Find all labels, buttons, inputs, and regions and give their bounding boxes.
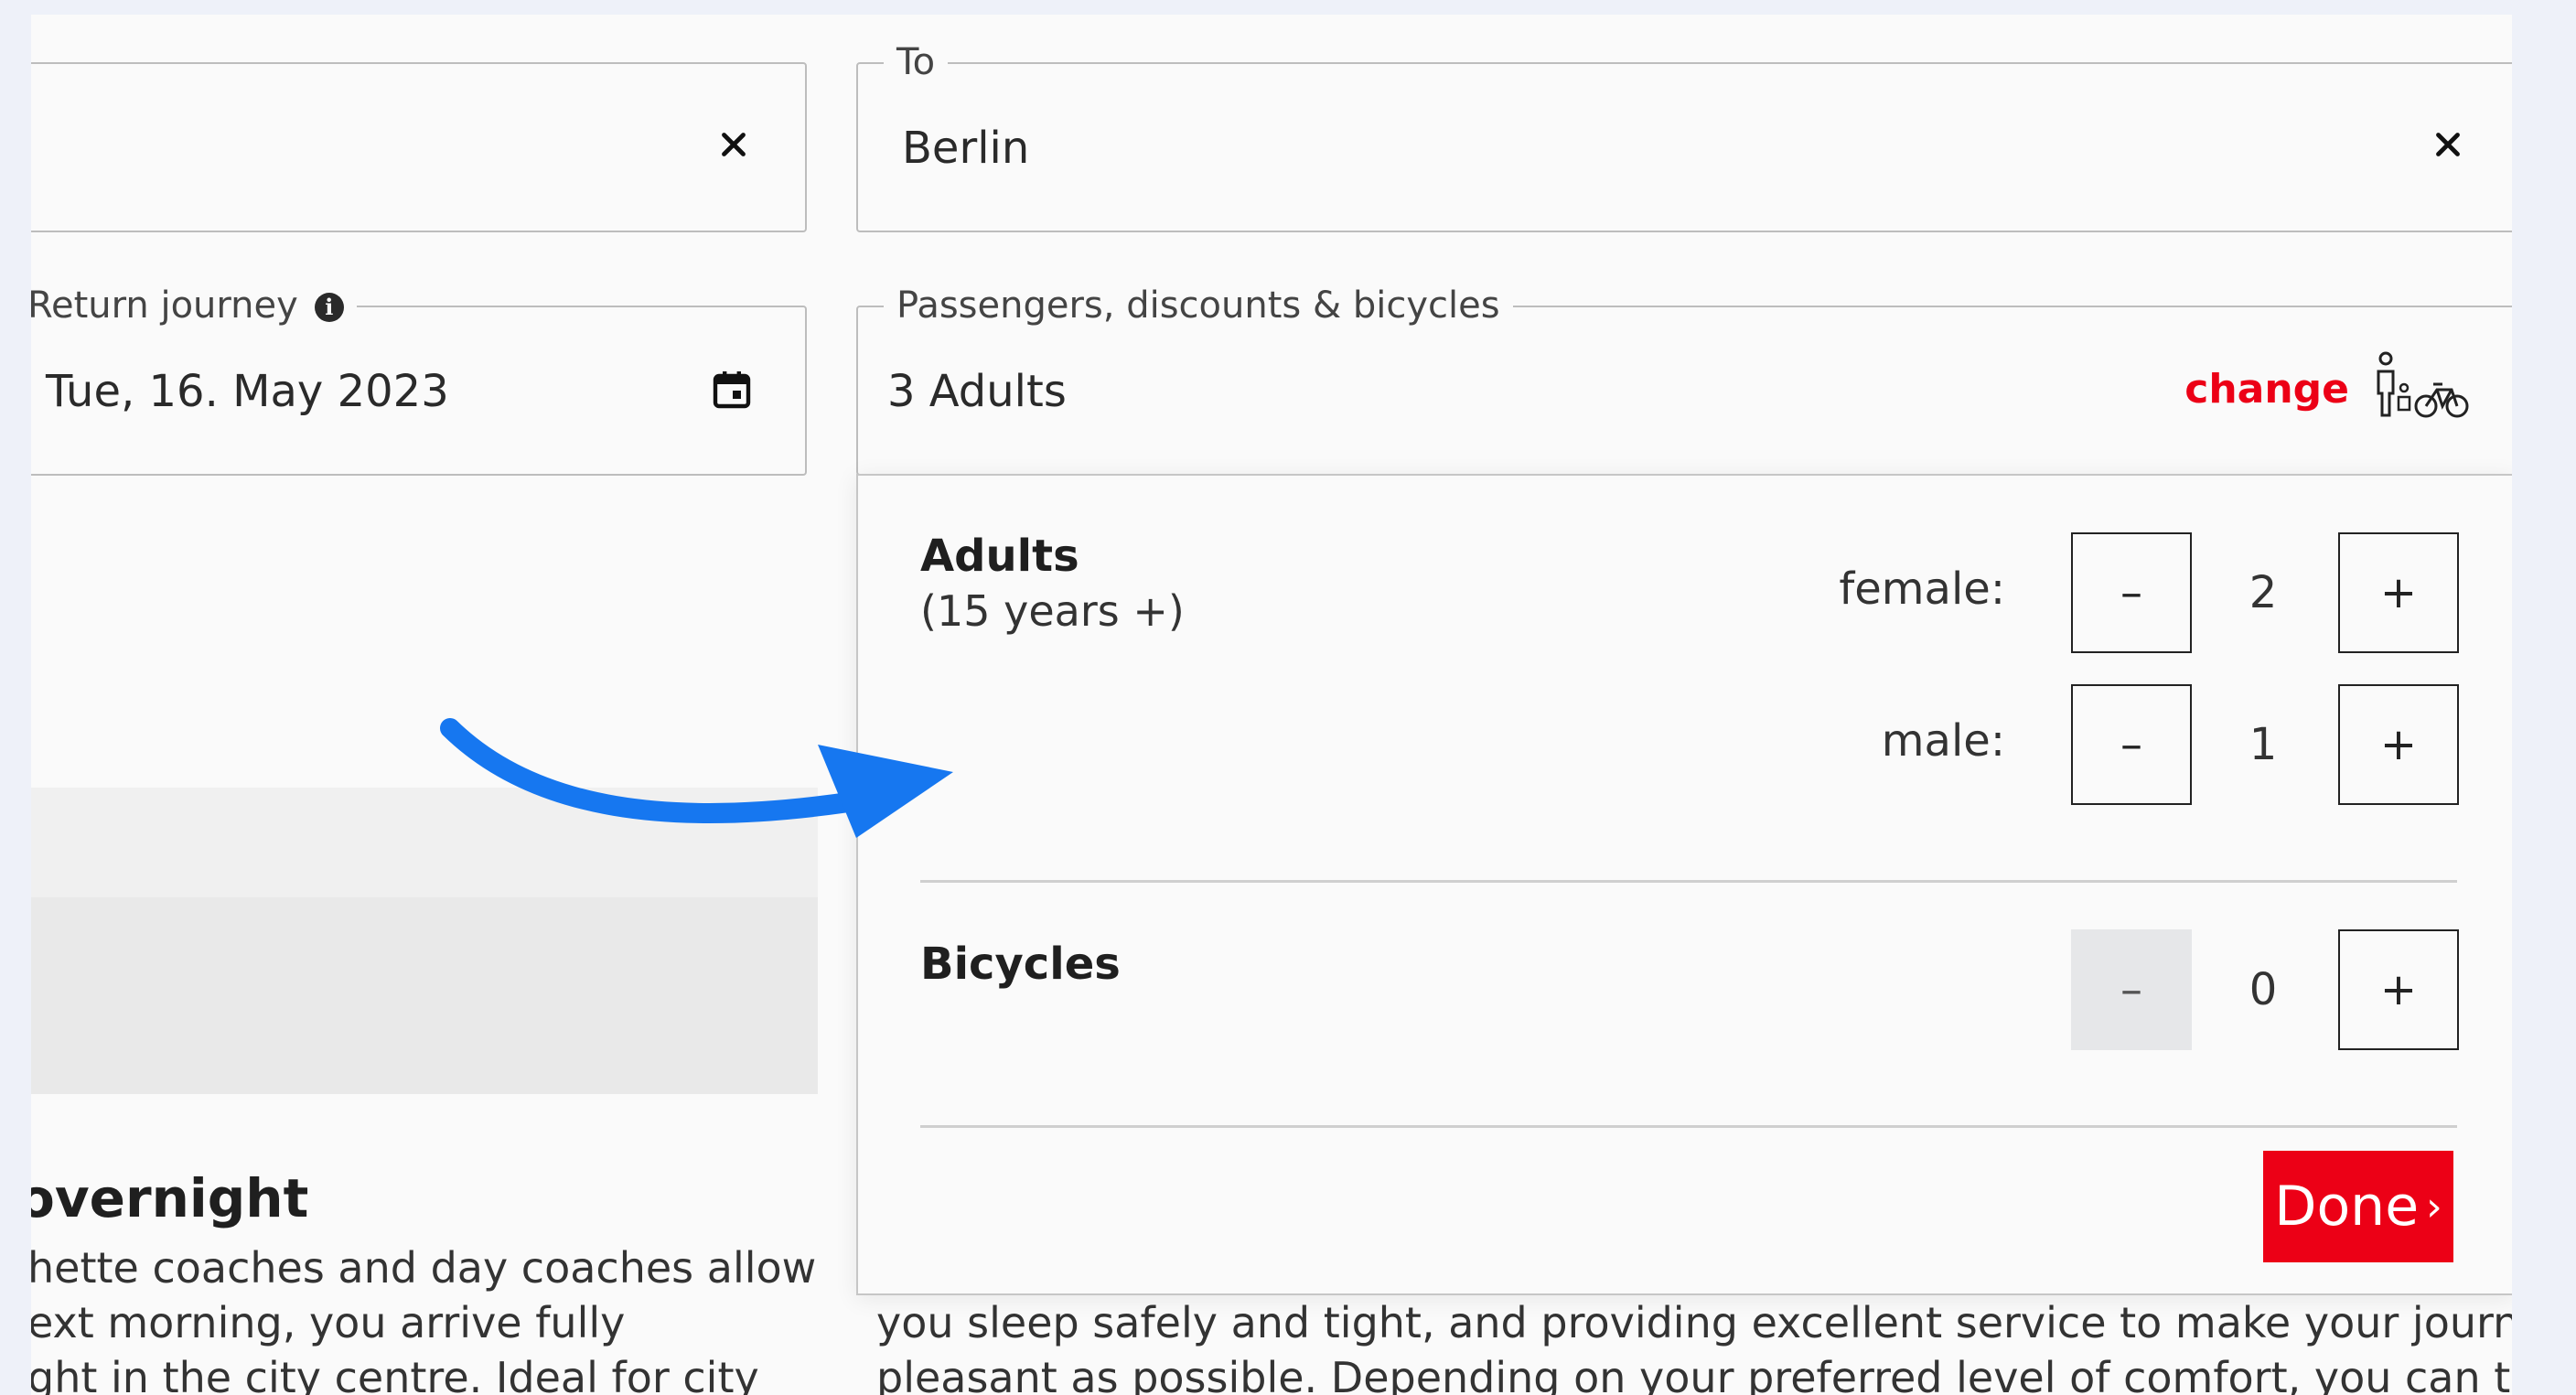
background-paragraph-left-line: ext morning, you arrive fully xyxy=(31,1298,626,1347)
male-increment-button[interactable]: + xyxy=(2338,684,2459,805)
from-field[interactable] xyxy=(31,62,807,232)
close-icon xyxy=(722,133,746,156)
adults-title: Adults xyxy=(920,531,1079,582)
section-title-overnight: overnight xyxy=(31,1167,309,1229)
done-label: Done xyxy=(2274,1175,2420,1239)
return-journey-label: Return journey xyxy=(31,284,298,327)
divider xyxy=(920,880,2457,883)
background-paragraph-right-line: you sleep safely and tight, and providin… xyxy=(876,1298,2512,1347)
bicycles-title: Bicycles xyxy=(920,939,1121,990)
male-count: 1 xyxy=(2249,719,2278,770)
annotation-arrow-icon xyxy=(440,718,953,838)
to-value: Berlin xyxy=(902,123,1030,174)
return-journey-legend: Return journey i xyxy=(31,284,357,327)
bicycles-decrement-button[interactable]: – xyxy=(2071,929,2192,1050)
chevron-right-icon: › xyxy=(2426,1183,2442,1230)
calendar-icon[interactable] xyxy=(710,368,754,412)
return-journey-field[interactable]: Return journey i Tue, 16. May 2023 xyxy=(31,284,807,476)
passengers-bicycle-icon xyxy=(2377,351,2469,418)
to-field[interactable]: To Berlin xyxy=(856,40,2512,232)
bicycles-increment-button[interactable]: + xyxy=(2338,929,2459,1050)
passengers-field[interactable]: Passengers, discounts & bicycles 3 Adult… xyxy=(856,284,2512,476)
done-button[interactable]: Done › xyxy=(2263,1151,2453,1262)
female-label: female: xyxy=(1839,563,2005,615)
passenger-selection-popup: Adults (15 years +) female: – 2 + male: … xyxy=(856,474,2512,1295)
background-paragraph-right-line: pleasant as possible. Depending on your … xyxy=(876,1353,2512,1395)
return-date-value: Tue, 16. May 2023 xyxy=(46,366,449,417)
female-decrement-button[interactable]: – xyxy=(2071,532,2192,653)
clear-to-button[interactable] xyxy=(2428,124,2468,165)
female-increment-button[interactable]: + xyxy=(2338,532,2459,653)
page: To Berlin Return journey i Tue, 16. May 2… xyxy=(31,15,2512,1395)
background-paragraph-left-line: ght in the city centre. Ideal for city xyxy=(31,1353,759,1395)
adults-age-hint: (15 years +) xyxy=(920,586,1185,636)
bicycles-count: 0 xyxy=(2249,964,2278,1015)
to-legend: To xyxy=(884,40,949,84)
divider xyxy=(920,1125,2457,1128)
background-band xyxy=(31,897,818,1094)
clear-from-button[interactable] xyxy=(714,124,754,165)
passengers-legend: Passengers, discounts & bicycles xyxy=(884,284,1513,327)
female-count: 2 xyxy=(2249,567,2278,618)
close-icon xyxy=(2436,133,2460,156)
info-icon[interactable]: i xyxy=(314,293,344,322)
male-label: male: xyxy=(1881,715,2005,767)
change-passengers-link[interactable]: change xyxy=(2184,362,2349,417)
passengers-value: 3 Adults xyxy=(887,366,1067,417)
background-paragraph-left-line: hette coaches and day coaches allow xyxy=(31,1243,817,1293)
male-decrement-button[interactable]: – xyxy=(2071,684,2192,805)
